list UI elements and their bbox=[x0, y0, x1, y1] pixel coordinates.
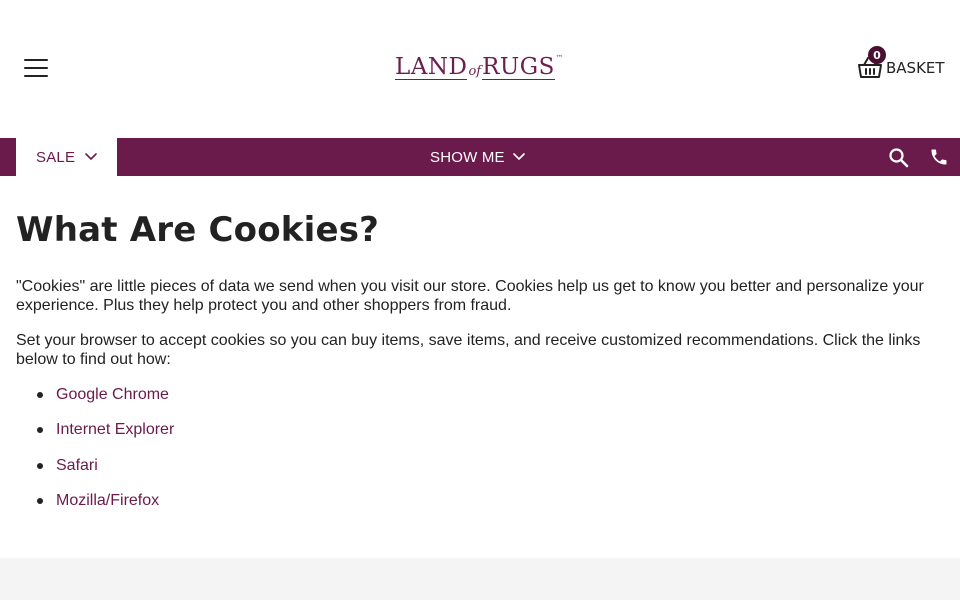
nav-show-me-dropdown[interactable]: SHOW ME bbox=[430, 138, 525, 176]
chevron-down-icon bbox=[85, 153, 97, 160]
link-internet-explorer[interactable]: Internet Explorer bbox=[56, 421, 174, 438]
list-item: Safari bbox=[37, 456, 944, 491]
nav-sale-label: SALE bbox=[36, 148, 76, 166]
basket-icon: 0 bbox=[858, 46, 886, 79]
nav-show-me-label: SHOW ME bbox=[430, 148, 505, 166]
basket-button[interactable]: 0 BASKET bbox=[858, 46, 945, 86]
instructions-paragraph: Set your browser to accept cookies so yo… bbox=[16, 332, 921, 368]
list-item: Mozilla/Firefox bbox=[37, 491, 944, 526]
link-google-chrome[interactable]: Google Chrome bbox=[56, 386, 169, 403]
basket-label: BASKET bbox=[886, 59, 945, 77]
nav-sale-tab[interactable]: SALE bbox=[16, 138, 117, 176]
logo-word-rugs: RUGS bbox=[482, 54, 555, 80]
hamburger-line bbox=[24, 67, 48, 69]
list-item: Internet Explorer bbox=[37, 420, 944, 455]
basket-count-badge: 0 bbox=[868, 46, 886, 64]
logo-word-land: LAND bbox=[395, 54, 468, 80]
bullet-icon bbox=[37, 497, 43, 504]
browser-links-list: Google Chrome Internet Explorer Safari M… bbox=[16, 385, 944, 526]
hamburger-line bbox=[24, 59, 48, 61]
bullet-icon bbox=[37, 392, 43, 398]
list-item: Google Chrome bbox=[37, 385, 944, 420]
search-icon[interactable] bbox=[888, 147, 910, 169]
site-header: LAND of RUGS ™ 0 BASKET bbox=[0, 0, 960, 138]
phone-icon[interactable] bbox=[929, 147, 949, 167]
footer-band bbox=[0, 558, 960, 600]
chevron-down-icon bbox=[512, 153, 525, 160]
intro-paragraph: "Cookies" are little pieces of data we s… bbox=[16, 278, 924, 314]
site-logo[interactable]: LAND of RUGS ™ bbox=[395, 50, 563, 80]
logo-word-of: of bbox=[468, 64, 482, 79]
bullet-icon bbox=[37, 462, 43, 469]
logo-trademark: ™ bbox=[555, 54, 563, 62]
main-content: What Are Cookies? "Cookies" are little p… bbox=[16, 176, 944, 526]
hamburger-line bbox=[24, 75, 48, 77]
link-mozilla-firefox[interactable]: Mozilla/Firefox bbox=[56, 492, 159, 509]
main-nav-bar: SALE SHOW ME bbox=[0, 138, 960, 176]
hamburger-menu-icon[interactable] bbox=[24, 58, 48, 78]
link-safari[interactable]: Safari bbox=[56, 457, 98, 474]
page-title: What Are Cookies? bbox=[16, 210, 380, 250]
bullet-icon bbox=[37, 427, 43, 434]
